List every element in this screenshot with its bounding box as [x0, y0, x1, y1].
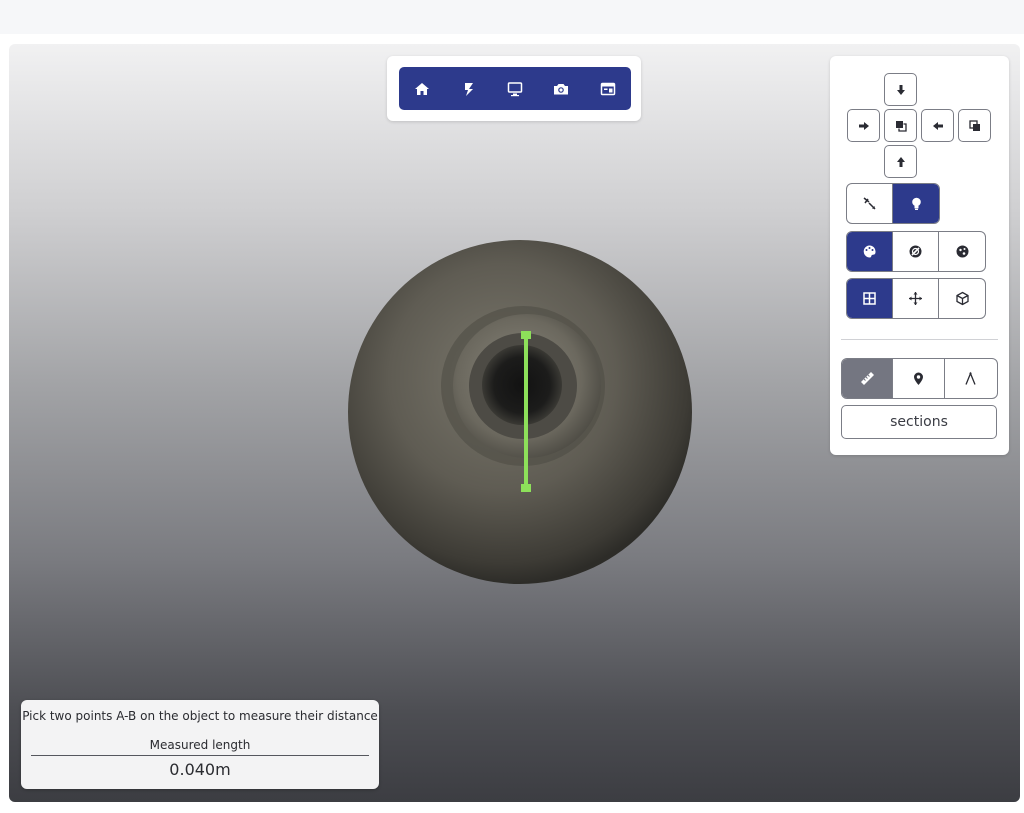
- angle-icon: [965, 371, 976, 385]
- screenshot-button[interactable]: [543, 71, 579, 107]
- palette-icon: [863, 245, 876, 258]
- home-icon: [415, 82, 430, 95]
- angle-button[interactable]: [945, 359, 997, 398]
- arrow-right-icon: [858, 121, 869, 130]
- arrow-down-icon: [896, 84, 905, 95]
- cube-button[interactable]: [939, 279, 985, 318]
- arrow-left-icon: [932, 121, 943, 130]
- palette-button[interactable]: [847, 232, 893, 271]
- measure-tools: [841, 358, 998, 399]
- toolbar-buttons: [399, 67, 631, 110]
- home-button[interactable]: [404, 71, 440, 107]
- measure-point-b: [521, 484, 531, 492]
- texture-color-button[interactable]: [939, 232, 985, 271]
- ruler-icon: [860, 372, 874, 385]
- light-direction-button[interactable]: [847, 184, 893, 223]
- measure-divider: [31, 755, 369, 756]
- light-button[interactable]: [451, 71, 487, 107]
- measure-value: 0.040m: [169, 760, 231, 779]
- fullscreen-icon: [507, 81, 523, 96]
- solid-color-icon: [909, 245, 922, 258]
- color-controls: [846, 231, 986, 272]
- measure-instruction: Pick two points A-B on the object to mea…: [22, 709, 378, 723]
- view-right-button[interactable]: [921, 109, 954, 142]
- light-controls: [846, 183, 940, 224]
- bulb-icon: [911, 197, 921, 210]
- texture-color-icon: [956, 245, 968, 258]
- arrow-up-icon: [896, 156, 905, 167]
- view-top-button[interactable]: [884, 73, 917, 106]
- measure-panel: Pick two points A-B on the object to mea…: [21, 700, 379, 789]
- light-bulb-button[interactable]: [893, 184, 939, 223]
- camera-icon: [554, 83, 569, 94]
- light-icon: [464, 82, 473, 96]
- ruler-button[interactable]: [842, 359, 894, 398]
- view-back-icon: [968, 119, 980, 131]
- measure-label: Measured length: [149, 738, 251, 752]
- projection-controls: [846, 278, 986, 319]
- move-button[interactable]: [893, 279, 939, 318]
- top-toolbar: [387, 56, 641, 121]
- grid-icon: [863, 292, 876, 305]
- panel-icon: [600, 82, 615, 95]
- top-strip: [0, 0, 1024, 34]
- cube-icon: [955, 291, 969, 306]
- move-icon: [909, 292, 922, 305]
- view-front-icon: [895, 120, 907, 132]
- view-front-button[interactable]: [884, 109, 917, 142]
- grid-button[interactable]: [847, 279, 893, 318]
- view-left-button[interactable]: [847, 109, 880, 142]
- pin-icon: [914, 372, 924, 385]
- pin-button[interactable]: [893, 359, 945, 398]
- solid-color-button[interactable]: [893, 232, 939, 271]
- measure-point-a: [521, 331, 531, 339]
- view-back-button[interactable]: [958, 109, 991, 142]
- 3d-viewport[interactable]: sections Pick two points A-B on the obje…: [9, 44, 1020, 802]
- control-panel: sections: [830, 56, 1009, 455]
- sections-button[interactable]: sections: [841, 405, 997, 439]
- fullscreen-button[interactable]: [497, 71, 533, 107]
- panel-button[interactable]: [590, 71, 626, 107]
- view-bottom-button[interactable]: [884, 145, 917, 178]
- light-direction-icon: [863, 197, 876, 210]
- 3d-object[interactable]: [345, 238, 695, 588]
- panel-divider: [841, 339, 998, 340]
